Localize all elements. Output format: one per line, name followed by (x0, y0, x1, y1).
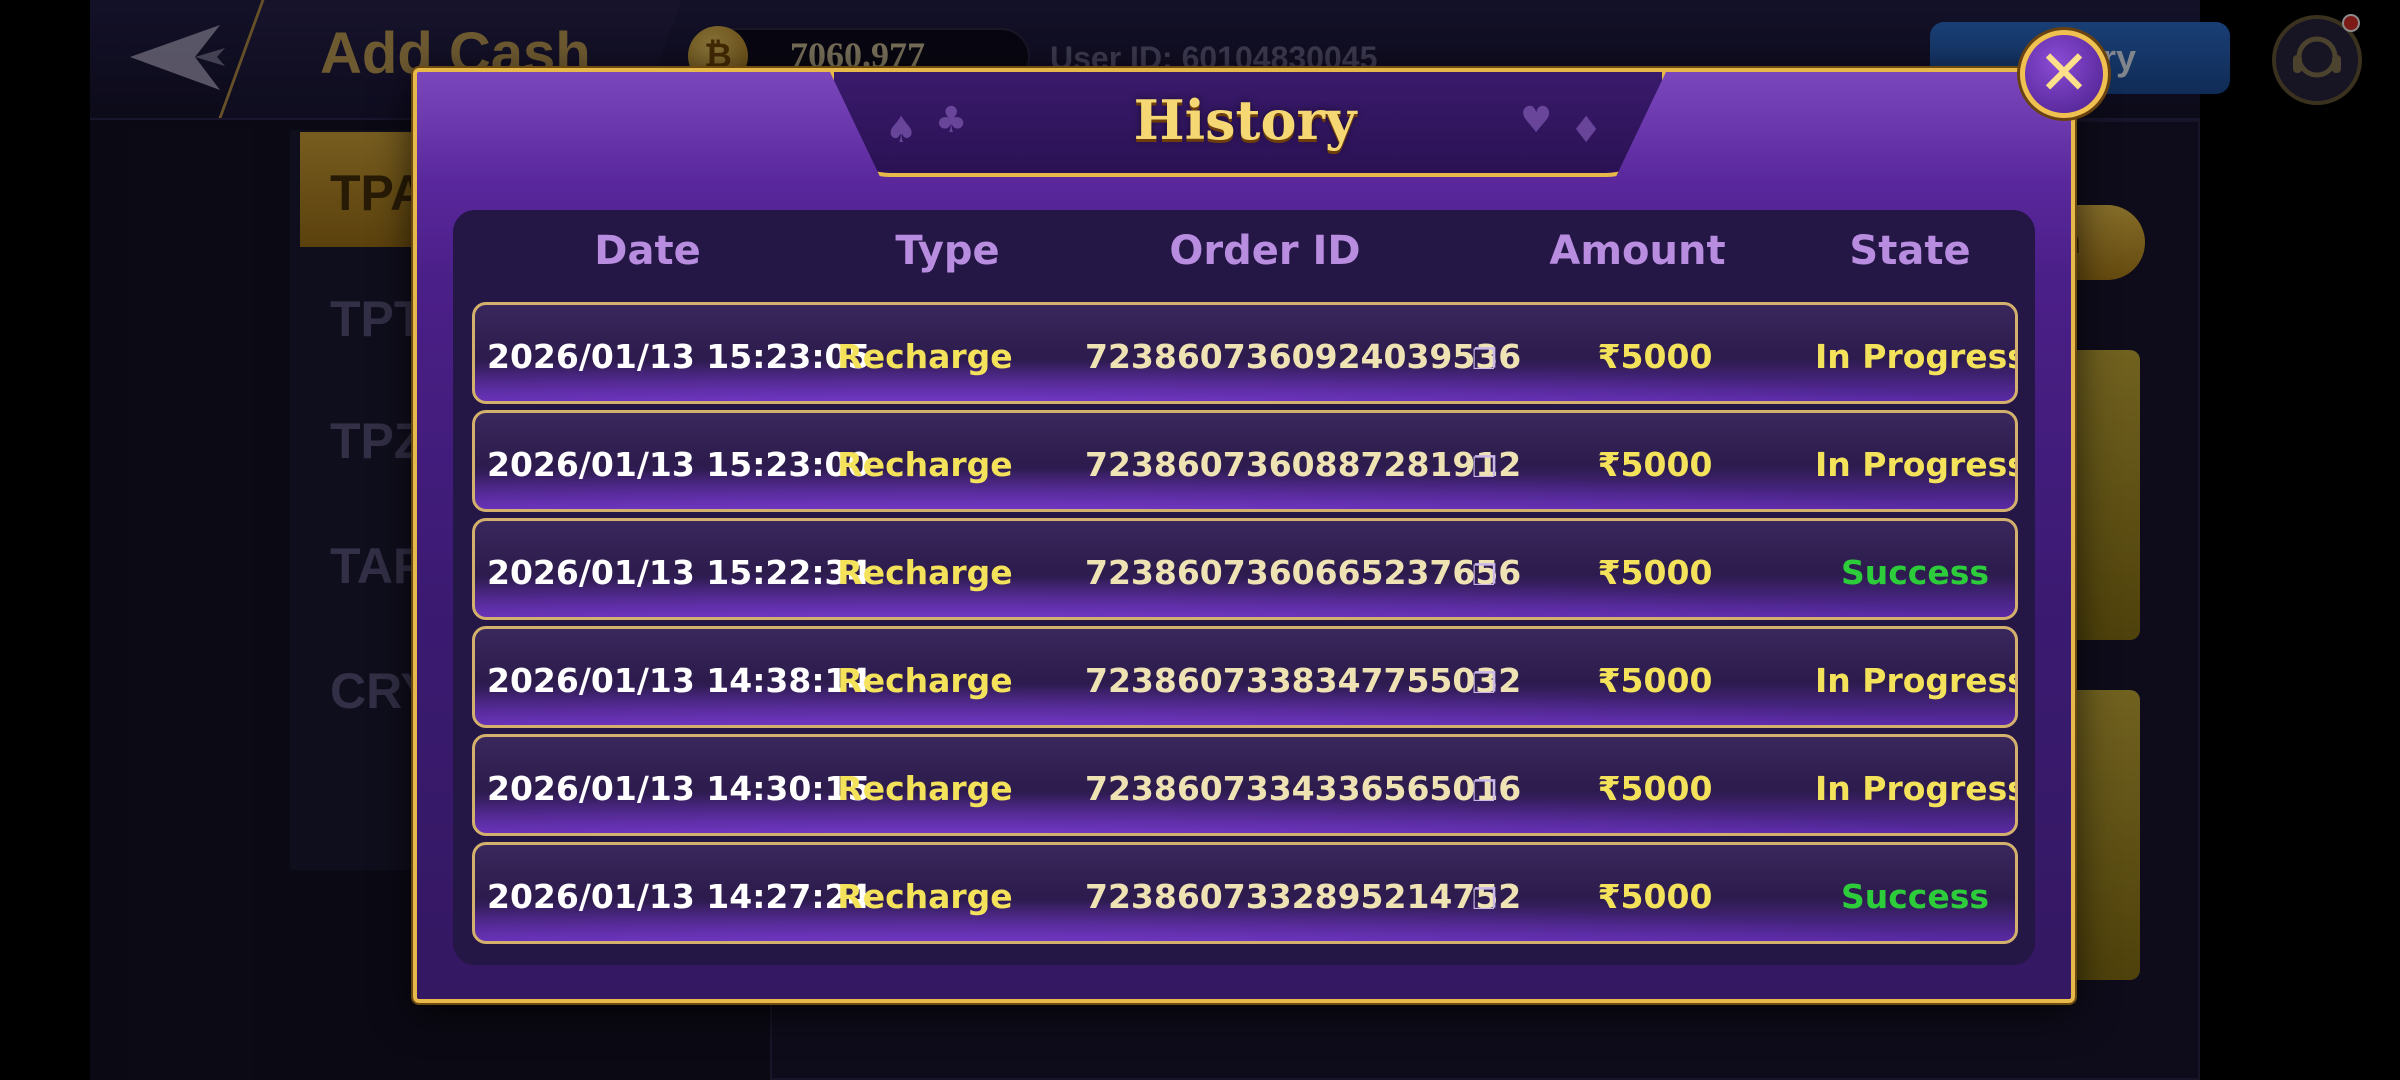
spade-icon: ♠ (885, 110, 918, 151)
dialog-title: History (1133, 88, 1357, 152)
row-order-id: 7238607360924039536 (1085, 337, 1522, 376)
diamond-icon: ♦ (1570, 110, 1603, 151)
row-order-id: 7238607338347755032 (1085, 661, 1522, 700)
row-amount: ₹5000 (1597, 769, 1713, 808)
column-header-type: Type (895, 228, 1000, 274)
copy-icon[interactable]: ❐ (1472, 775, 1498, 808)
row-order-id: 7238607334336565016 (1085, 769, 1522, 808)
row-order-id: 7238607360665237656 (1085, 553, 1522, 592)
table-row: 2026/01/13 14:38:14 Recharge 72386073383… (472, 626, 2018, 728)
heart-icon: ♥ (1520, 100, 1553, 141)
table-row: 2026/01/13 15:23:00 Recharge 72386073608… (472, 410, 2018, 512)
row-amount: ₹5000 (1597, 661, 1713, 700)
row-amount: ₹5000 (1597, 445, 1713, 484)
column-header-order-id: Order ID (1169, 228, 1361, 274)
table-row: 2026/01/13 15:23:05 Recharge 72386073609… (472, 302, 2018, 404)
table-row: 2026/01/13 14:27:24 Recharge 72386073328… (472, 842, 2018, 944)
copy-icon[interactable]: ❐ (1472, 883, 1498, 916)
column-header-date: Date (594, 228, 701, 274)
row-state: In Progress (1815, 445, 2018, 484)
row-state: In Progress (1815, 661, 2018, 700)
copy-icon[interactable]: ❐ (1472, 559, 1498, 592)
table-row: 2026/01/13 15:22:34 Recharge 72386073606… (472, 518, 2018, 620)
close-button[interactable]: ✕ (2020, 30, 2108, 118)
row-state: Success (1840, 877, 1990, 916)
copy-icon[interactable]: ❐ (1472, 667, 1498, 700)
club-icon: ♣ (935, 100, 968, 141)
row-state: In Progress (1815, 769, 2018, 808)
row-amount: ₹5000 (1597, 553, 1713, 592)
row-order-id: 7238607332895214752 (1085, 877, 1522, 916)
row-amount: ₹5000 (1597, 337, 1713, 376)
column-header-state: State (1849, 228, 1971, 274)
copy-icon[interactable]: ❐ (1472, 343, 1498, 376)
copy-icon[interactable]: ❐ (1472, 451, 1498, 484)
row-state: Success (1840, 553, 1990, 592)
row-state: In Progress (1815, 337, 2018, 376)
row-order-id: 7238607360887281912 (1085, 445, 1522, 484)
table-row: 2026/01/13 14:30:15 Recharge 72386073343… (472, 734, 2018, 836)
column-header-amount: Amount (1549, 228, 1726, 274)
row-amount: ₹5000 (1597, 877, 1713, 916)
